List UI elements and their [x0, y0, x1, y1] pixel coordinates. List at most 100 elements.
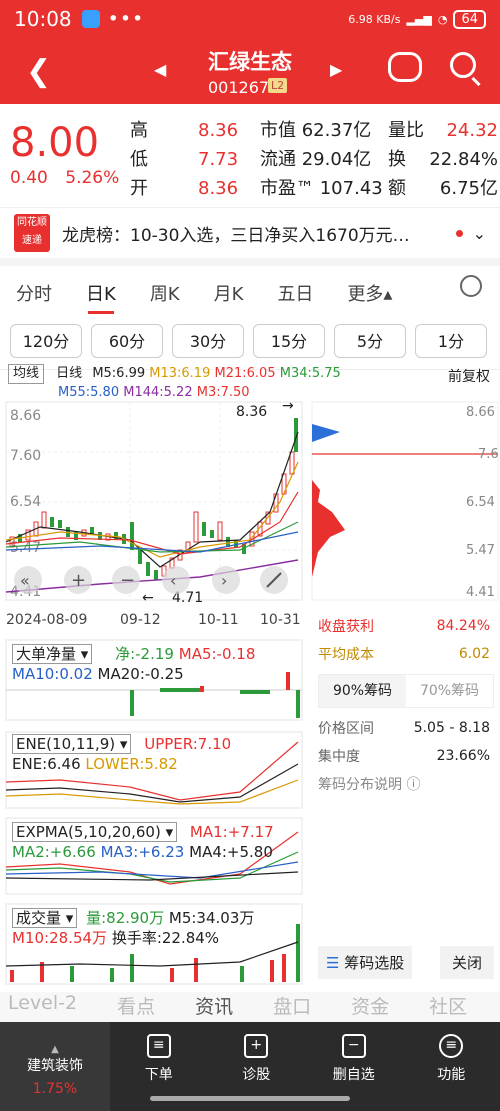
chevron-down-icon[interactable]: ⌄ — [473, 224, 486, 243]
tab-highlights[interactable]: 看点 — [117, 992, 155, 1022]
ind4-select[interactable]: 成交量 ▾ — [12, 908, 78, 928]
tab-five-day[interactable]: 五日 — [277, 280, 313, 306]
remove-icon: − — [341, 1034, 366, 1058]
ind2-ene: ENE:6.46 — [12, 755, 81, 773]
y-tick-1: 7.60 — [10, 448, 41, 464]
label-low: 低 — [130, 149, 148, 170]
seg-90[interactable]: 90%筹码 — [319, 675, 406, 707]
ind4-m10: M10:28.54万 — [12, 929, 108, 947]
ind3-ma4: MA4:+5.80 — [189, 843, 273, 861]
chip-tick-0: 8.66 — [466, 405, 495, 420]
chart-settings-icon[interactable] — [460, 275, 482, 297]
network-speed: 6.98 KB/s — [348, 12, 401, 26]
label-pe: 市盈™ — [260, 178, 314, 199]
tab-community[interactable]: 社区 — [429, 992, 467, 1022]
chip-tick-1: 7.6 — [478, 447, 499, 462]
functions-button[interactable]: ≡ 功能 — [403, 1022, 500, 1111]
svg-text:‹: ‹ — [170, 571, 176, 590]
conc-label: 集中度 — [318, 749, 360, 765]
ma144-line — [5, 559, 299, 593]
ind2-legend: ENE(10,11,9) ▾ UPPER:7.10 ENE:6.46 LOWER… — [12, 734, 231, 774]
x-tick-3: 10-31 — [260, 612, 301, 628]
chip-tick-4: 4.41 — [466, 585, 495, 600]
profit-value: 84.24% — [436, 618, 490, 634]
range-label: 价格区间 — [318, 721, 374, 737]
period-120m[interactable]: 120分 — [10, 324, 82, 358]
news-logo: 同花顺 速递 — [14, 214, 50, 252]
ind3-ma3: MA3:+6.23 — [100, 843, 185, 861]
y-tick-2: 6.54 — [10, 494, 41, 510]
chip-panel: 收盘获利 84.24% 平均成本 6.02 90%筹码 70%筹码 价格区间 5.05… — [312, 612, 500, 979]
ind3-ma2: MA2:+6.66 — [12, 843, 96, 861]
battery-icon: 64 — [453, 9, 486, 29]
value-open: 8.36 — [198, 178, 239, 199]
chip-distribution — [312, 424, 345, 577]
label-mktcap: 市值 — [260, 120, 296, 141]
tab-news[interactable]: 资讯 — [195, 992, 233, 1022]
tab-monthly-k[interactable]: 月K — [214, 280, 244, 306]
ind1-legend: 大单净量 ▾ 净:-2.19 MA5:-0.18 MA10:0.02 MA20:… — [12, 644, 255, 684]
period-1m[interactable]: 1分 — [415, 324, 487, 358]
tab-orderbook[interactable]: 盘口 — [273, 992, 311, 1022]
diagnose-label: 诊股 — [242, 1067, 271, 1083]
ene-lower-line — [5, 779, 299, 805]
value-turnover: 22.84% — [429, 149, 498, 170]
clock: 10:08 — [14, 7, 72, 31]
close-button[interactable]: 关闭 — [439, 946, 494, 979]
last-price: 8.00 — [10, 120, 100, 166]
quote-panel: 8.00 0.40 5.26% 高 8.36 低 7.73 开 8.36 市值 62.… — [0, 104, 500, 208]
search-icon[interactable] — [450, 52, 476, 78]
app-notification-icon — [81, 10, 100, 28]
period-30m[interactable]: 30分 — [172, 324, 244, 358]
change-percent: 5.26% — [65, 168, 120, 188]
value-float: 29.04亿 — [301, 149, 372, 170]
conc-value: 23.66% — [436, 748, 490, 764]
signal-icon: ▂▄▆ — [406, 12, 432, 26]
value-low: 7.73 — [198, 149, 239, 170]
header-bar: 10:08 ••• 6.98 KB/s ▂▄▆ ◔ 64 ❮ ◀ 汇绿生态 00… — [0, 0, 500, 104]
svg-text:−: − — [120, 570, 135, 591]
tab-level2[interactable]: Level-2 — [8, 992, 77, 1022]
cost-value: 6.02 — [458, 646, 490, 662]
tab-daily-k[interactable]: 日K — [86, 280, 116, 314]
assistant-robot-icon[interactable] — [388, 52, 422, 82]
tab-more[interactable]: 更多▴ — [347, 280, 392, 306]
menu-icon: ≡ — [439, 1034, 464, 1058]
x-tick-1: 09-12 — [120, 612, 161, 628]
caret-up-icon: ▲ — [51, 1044, 59, 1055]
label-open: 开 — [130, 178, 148, 199]
tab-weekly-k[interactable]: 周K — [150, 280, 180, 306]
seg-70[interactable]: 70%筹码 — [406, 675, 493, 707]
tab-intraday[interactable]: 分时 — [16, 280, 52, 306]
svg-text:«: « — [20, 571, 30, 590]
functions-label: 功能 — [437, 1067, 466, 1083]
news-ticker[interactable]: 同花顺 速递 龙虎榜：10-30入选，三日净买入1670万元… ⌄ — [0, 208, 500, 266]
chip-select-button[interactable]: ☰ 筹码选股 — [318, 946, 413, 979]
period-5m[interactable]: 5分 — [334, 324, 406, 358]
profit-label: 收盘获利 — [318, 619, 374, 635]
ind3-select[interactable]: EXPMA(5,10,20,60) ▾ — [12, 822, 178, 842]
chip-help-link[interactable]: 筹码分布说明 ⓘ — [318, 774, 420, 794]
ind4-m5: M5:34.03万 — [168, 909, 255, 927]
period-15m[interactable]: 15分 — [253, 324, 325, 358]
ind2-lower: LOWER:5.82 — [85, 755, 178, 773]
x-tick-0: 2024-08-09 — [6, 612, 87, 628]
low-arrow-icon: ← — [142, 590, 154, 606]
unread-dot-icon — [455, 229, 463, 237]
sector-name: 建筑装饰 — [27, 1058, 83, 1074]
label-float: 流通 — [260, 149, 296, 170]
status-bar: 10:08 ••• 6.98 KB/s ▂▄▆ ◔ 64 — [0, 0, 500, 38]
x-tick-2: 10-11 — [198, 612, 239, 628]
next-stock-icon[interactable]: ▶ — [330, 60, 342, 79]
chip-tick-3: 5.47 — [466, 543, 495, 558]
ind3-legend: EXPMA(5,10,20,60) ▾ MA1:+7.17 MA2:+6.66 … — [12, 822, 274, 862]
ind2-select[interactable]: ENE(10,11,9) ▾ — [12, 734, 132, 754]
svg-text:›: › — [221, 571, 227, 590]
news-text[interactable]: 龙虎榜：10-30入选，三日净买入1670万元… — [62, 221, 446, 246]
svg-text:+: + — [71, 570, 86, 591]
tab-funds[interactable]: 资金 — [351, 992, 389, 1022]
period-60m[interactable]: 60分 — [91, 324, 163, 358]
label-high: 高 — [130, 120, 148, 141]
ind1-select[interactable]: 大单净量 ▾ — [12, 644, 93, 664]
sector-button[interactable]: ▲ 建筑装饰 1.75% — [0, 1022, 110, 1111]
